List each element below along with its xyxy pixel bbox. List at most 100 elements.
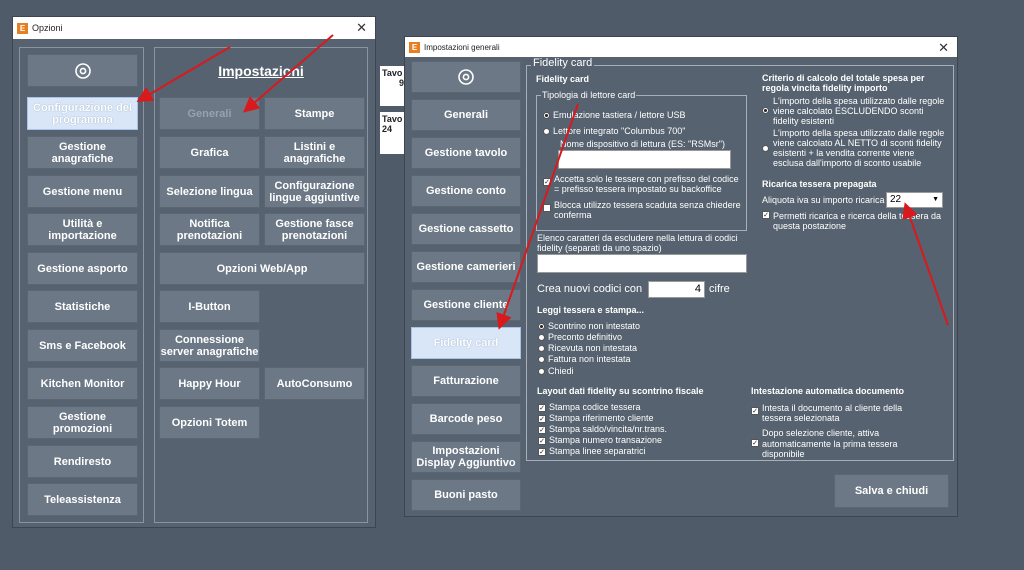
nav-configurazione[interactable]: Configurazione del programma [27, 97, 138, 130]
nome-dispositivo-input[interactable] [558, 150, 731, 169]
btn-opzioni-web-app[interactable]: Opzioni Web/App [159, 252, 365, 285]
btn-lingue-aggiuntive[interactable]: Configurazione lingue aggiuntive [264, 175, 365, 208]
radio-emulazione[interactable]: Emulazione tastiera / lettore USB [543, 110, 686, 120]
chk-intesta[interactable]: ✓ Intesta il documento al cliente della t… [751, 403, 926, 423]
layout-option[interactable]: ✓ Stampa linee separatrici [538, 446, 646, 456]
nav-gestione-cliente[interactable]: Gestione cliente [411, 289, 521, 321]
nav-gestione-anagrafiche[interactable]: Gestione anagrafiche [27, 136, 138, 169]
nav-gestione-asporto[interactable]: Gestione asporto [27, 252, 138, 285]
radio-button[interactable] [538, 323, 545, 331]
leggi-option[interactable]: Preconto definitivo [538, 332, 622, 342]
checkbox-label: Stampa saldo/vincita/nr.trans. [549, 424, 668, 434]
chk-blocca[interactable]: Blocca utilizzo tessera scaduta senza ch… [543, 200, 743, 220]
nav-rendiresto[interactable]: Rendiresto [27, 445, 138, 478]
radio-button[interactable] [538, 345, 545, 353]
btn-grafica[interactable]: Grafica [159, 136, 260, 169]
nav-teleassistenza[interactable]: Teleassistenza [27, 483, 138, 516]
btn-opzioni-totem[interactable]: Opzioni Totem [159, 406, 260, 439]
btn-label: Opzioni Web/App [216, 262, 308, 275]
close-icon[interactable]: ✕ [356, 20, 367, 36]
radio-button[interactable] [538, 368, 545, 376]
btn-label: Salva e chiudi [854, 485, 929, 497]
cifre-input[interactable]: 4 [648, 281, 705, 298]
nav-fatturazione[interactable]: Fatturazione [411, 365, 521, 397]
nav-buoni-pasto[interactable]: Buoni pasto [411, 479, 521, 511]
app-icon: E [409, 41, 420, 53]
checkbox[interactable] [543, 204, 551, 212]
radio-button[interactable] [762, 107, 769, 114]
btn-generali[interactable]: Generali [159, 97, 260, 130]
nav-gestione-promozioni[interactable]: Gestione promozioni [27, 406, 138, 439]
checkbox[interactable]: ✓ [762, 211, 770, 219]
radio-button[interactable] [762, 145, 769, 152]
nav-label: Gestione cassetto [418, 223, 514, 235]
btn-selezione-lingua[interactable]: Selezione lingua [159, 175, 260, 208]
checkbox[interactable]: ✓ [751, 439, 759, 447]
btn-notifica-prenotazioni[interactable]: Notifica prenotazioni [159, 213, 260, 246]
leggi-option[interactable]: Chiedi [538, 366, 574, 376]
checkbox[interactable]: ✓ [538, 436, 546, 445]
nav-kitchen-monitor[interactable]: Kitchen Monitor [27, 367, 138, 400]
close-icon[interactable]: ✕ [938, 40, 949, 56]
btn-fasce-prenotazioni[interactable]: Gestione fasce prenotazioni [264, 213, 365, 246]
layout-option[interactable]: ✓ Stampa numero transazione [538, 435, 662, 445]
power-icon [458, 69, 474, 85]
nav-gestione-cassetto[interactable]: Gestione cassetto [411, 213, 521, 245]
cifre-value: 4 [694, 283, 701, 295]
nav-gestione-camerieri[interactable]: Gestione camerieri [411, 251, 521, 283]
criterio-netto[interactable]: L'importo della spesa utilizzato dalle r… [762, 128, 947, 168]
btn-i-button[interactable]: I-Button [159, 290, 260, 323]
btn-connessione-server[interactable]: Connessione server anagrafiche [159, 329, 260, 362]
nav-barcode-peso[interactable]: Barcode peso [411, 403, 521, 435]
tile-number: 9 [398, 78, 404, 88]
chk-accetta[interactable]: ✓ Accetta solo le tessere con prefisso de… [543, 174, 743, 194]
nav-label: Gestione menu [42, 185, 123, 198]
radio-label: Chiedi [548, 366, 574, 376]
leggi-option[interactable]: Ricevuta non intestata [538, 343, 637, 353]
btn-listini[interactable]: Listini e anagrafiche [264, 136, 365, 169]
leggi-option[interactable]: Scontrino non intestato [538, 321, 640, 331]
checkbox-label: Stampa linee separatrici [549, 446, 646, 456]
checkbox[interactable]: ✓ [538, 414, 546, 423]
radio-label: Fattura non intestata [548, 354, 631, 364]
elenco-caratteri-input[interactable] [537, 254, 747, 273]
nav-gestione-menu[interactable]: Gestione menu [27, 175, 138, 208]
radio-integrato[interactable]: Lettore integrato "Columbus 700" [543, 126, 685, 136]
chk-automatic[interactable]: ✓ automaticamente la prima tessera dispon… [751, 439, 926, 459]
aliquota-select[interactable]: 22 ▼ [886, 192, 943, 208]
radio-button[interactable] [538, 356, 545, 364]
btn-autoconsumo[interactable]: AutoConsumo [264, 367, 365, 400]
radio-label: Emulazione tastiera / lettore USB [553, 110, 686, 120]
layout-option[interactable]: ✓ Stampa saldo/vincita/nr.trans. [538, 424, 667, 434]
checkbox[interactable]: ✓ [751, 407, 759, 415]
btn-stampe[interactable]: Stampe [264, 97, 365, 130]
checkbox[interactable]: ✓ [538, 447, 546, 456]
checkbox[interactable]: ✓ [538, 425, 546, 434]
nav-label: Gestione promozioni [52, 410, 113, 435]
leggi-option[interactable]: Fattura non intestata [538, 354, 631, 364]
criterio-escludendo[interactable]: L'importo della spesa utilizzato dalle r… [762, 96, 947, 126]
checkbox[interactable]: ✓ [543, 178, 551, 186]
nav-fidelity-card[interactable]: Fidelity card [411, 327, 521, 359]
btn-happy-hour[interactable]: Happy Hour [159, 367, 260, 400]
layout-option[interactable]: ✓ Stampa codice tessera [538, 402, 641, 412]
radio-button[interactable] [538, 334, 545, 342]
nav-label: Teleassistenza [44, 493, 121, 506]
radio-button[interactable] [543, 112, 550, 120]
nav-display-aggiuntivo[interactable]: Impostazioni Display Aggiuntivo [411, 441, 521, 473]
nav-generali[interactable]: Generali [411, 99, 521, 131]
btn-label: Happy Hour [178, 377, 241, 390]
nav-utilita[interactable]: Utilità e importazione [27, 213, 138, 246]
nav-gestione-conto[interactable]: Gestione conto [411, 175, 521, 207]
chk-permetti[interactable]: ✓ Permetti ricarica e ricerca della tesse… [762, 211, 947, 231]
nav-sms-facebook[interactable]: Sms e Facebook [27, 329, 138, 362]
radio-button[interactable] [543, 128, 550, 136]
nav-gestione-tavolo[interactable]: Gestione tavolo [411, 137, 521, 169]
power-button[interactable] [411, 61, 521, 93]
checkbox[interactable]: ✓ [538, 403, 546, 412]
layout-option[interactable]: ✓ Stampa riferimento cliente [538, 413, 654, 423]
nav-statistiche[interactable]: Statistiche [27, 290, 138, 323]
salva-chiudi-button[interactable]: Salva e chiudi [834, 474, 949, 508]
power-button[interactable] [27, 54, 138, 87]
nav-label: Gestione tavolo [424, 147, 508, 159]
